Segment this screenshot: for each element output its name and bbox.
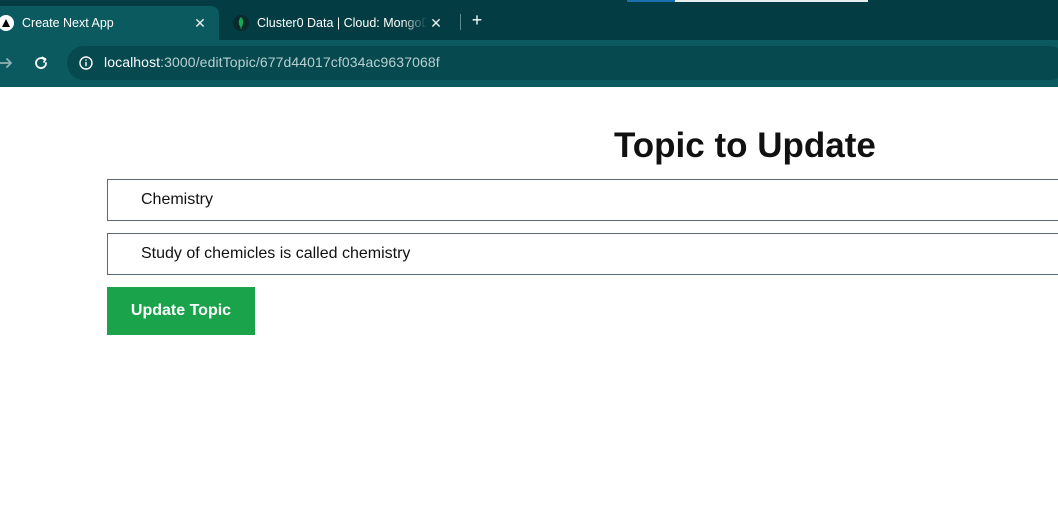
topic-description-input[interactable] <box>107 233 1058 275</box>
address-bar[interactable]: localhost:3000/editTopic/677d44017cf034a… <box>67 46 1058 80</box>
site-info-icon[interactable] <box>77 54 95 72</box>
update-topic-button[interactable]: Update Topic <box>107 287 255 335</box>
tab-close-icon[interactable]: ✕ <box>191 14 209 32</box>
tab-strip-accent <box>627 0 675 2</box>
tab-create-next-app[interactable]: Create Next App ✕ <box>0 6 219 40</box>
browser-toolbar: localhost:3000/editTopic/677d44017cf034a… <box>0 40 1058 87</box>
mongodb-leaf-icon <box>233 15 249 31</box>
tab-strip: Create Next App ✕ Cluster0 Data | Cloud:… <box>0 0 1058 40</box>
page-title: Topic to Update <box>614 126 876 165</box>
new-tab-icon[interactable]: + <box>467 10 487 30</box>
nextjs-icon <box>0 15 14 31</box>
tab-title: Cluster0 Data | Cloud: MongoDB <box>257 16 427 30</box>
tab-separator <box>460 14 461 30</box>
address-url[interactable]: localhost:3000/editTopic/677d44017cf034a… <box>104 54 440 70</box>
tab-mongodb[interactable]: Cluster0 Data | Cloud: MongoDB ✕ <box>219 6 455 40</box>
tab-strip-accent-light <box>675 0 868 2</box>
forward-arrow-icon[interactable] <box>0 51 18 75</box>
url-host: localhost <box>104 54 161 70</box>
tab-title: Create Next App <box>22 16 114 30</box>
reload-icon[interactable] <box>29 51 53 75</box>
tab-close-icon[interactable]: ✕ <box>427 14 445 32</box>
url-path: :3000/editTopic/677d44017cf034ac9637068f <box>160 54 440 70</box>
topic-title-input[interactable] <box>107 179 1058 221</box>
